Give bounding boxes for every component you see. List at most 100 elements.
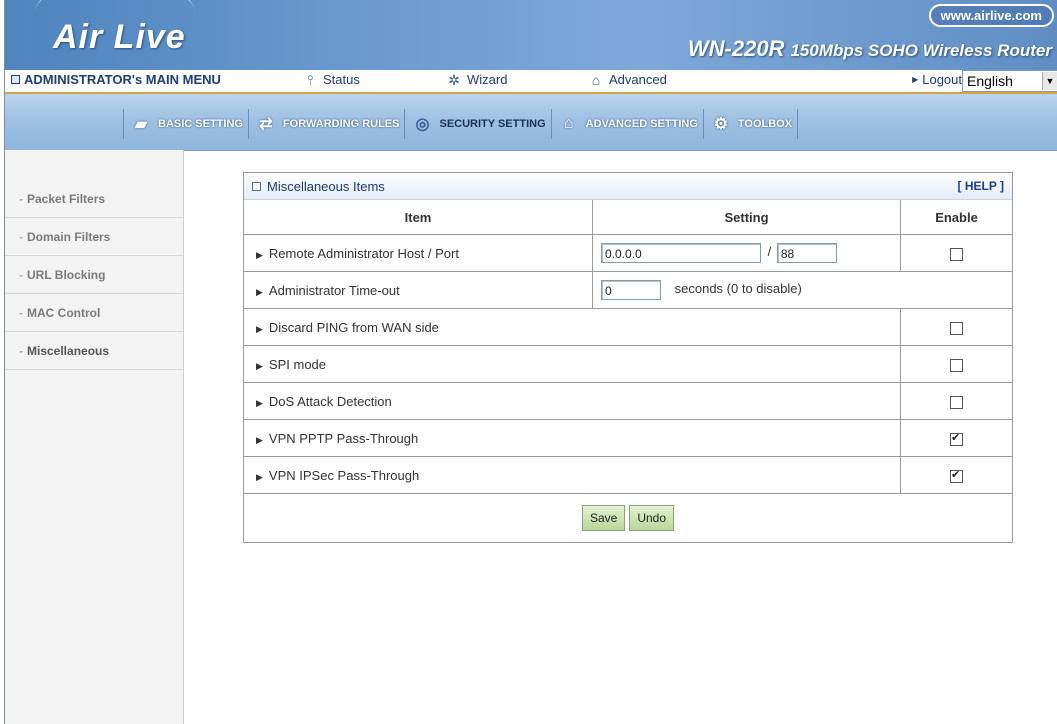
model-title: WN-220R 150Mbps SOHO Wireless Router bbox=[688, 36, 1052, 62]
main-menu-bar: ADMINISTRATOR's MAIN MENU ⫯ Status ✲ Wiz… bbox=[5, 70, 1057, 94]
house-icon: ⌂ bbox=[563, 115, 574, 132]
triangle-right-icon: ▶ bbox=[256, 434, 263, 445]
vpn-pptp-checkbox[interactable] bbox=[950, 431, 963, 446]
row-label: Discard PING from WAN side bbox=[268, 319, 439, 335]
dash-bullet-icon: - bbox=[19, 343, 23, 358]
tab-label: BASIC SETTING bbox=[158, 118, 243, 130]
vpn-ipsec-checkbox[interactable] bbox=[950, 468, 963, 483]
panel-title: Miscellaneous Items bbox=[267, 178, 385, 194]
table-row: ▶ VPN PPTP Pass-Through bbox=[244, 419, 1012, 457]
site-url[interactable]: www.airlive.com bbox=[928, 4, 1054, 27]
table-row: ▶ DoS Attack Detection bbox=[244, 382, 1012, 420]
row-label: VPN PPTP Pass-Through bbox=[268, 430, 419, 446]
panel-header: Miscellaneous Items [ HELP ] bbox=[244, 173, 1012, 200]
sidebar-item-label: Packet Filters bbox=[27, 191, 106, 206]
advanced-menu-link[interactable]: ⌂ Advanced bbox=[587, 72, 667, 87]
language-value: English bbox=[967, 73, 1013, 89]
tab-bar: ▰ BASIC SETTING ⇄ FORWARDING RULES ◎ SEC… bbox=[5, 94, 1057, 151]
miscellaneous-panel: Miscellaneous Items [ HELP ] Item Settin… bbox=[243, 172, 1013, 543]
column-header-enable: Enable bbox=[900, 200, 1012, 235]
remote-host-input[interactable]: 0.0.0.0 bbox=[601, 243, 761, 263]
status-menu-link[interactable]: ⫯ Status bbox=[301, 72, 360, 87]
admin-timeout-input[interactable]: 0 bbox=[601, 280, 661, 300]
advanced-label: Advanced bbox=[609, 72, 667, 87]
triangle-right-icon: ▶ bbox=[256, 249, 263, 260]
tab-label: ADVANCED SETTING bbox=[585, 118, 698, 130]
header-banner: Air Live www.airlive.com WN-220R 150Mbps … bbox=[5, 0, 1057, 70]
settings-table: Item Setting Enable ▶ Remote Administrato… bbox=[244, 200, 1012, 494]
sidebar-item-url-blocking[interactable]: - URL Blocking bbox=[5, 256, 183, 294]
triangle-right-icon: ▶ bbox=[256, 360, 263, 371]
arrows-icon: ⇄ bbox=[259, 116, 273, 133]
remote-port-input[interactable]: 88 bbox=[776, 243, 837, 263]
tab-security-setting[interactable]: ◎ SECURITY SETTING bbox=[405, 109, 552, 139]
tab-label: FORWARDING RULES bbox=[282, 118, 400, 130]
help-link[interactable]: [ HELP ] bbox=[958, 179, 1004, 193]
save-button[interactable]: Save bbox=[581, 505, 626, 531]
chevron-down-icon[interactable]: ▼ bbox=[1042, 72, 1057, 90]
model-name: WN-220R bbox=[687, 36, 785, 61]
router-admin-page: Air Live www.airlive.com WN-220R 150Mbps … bbox=[4, 0, 1057, 724]
dos-detection-checkbox[interactable] bbox=[950, 395, 963, 409]
square-bullet-icon bbox=[11, 75, 20, 84]
logout-link[interactable]: ▶ Logout bbox=[912, 72, 962, 87]
sidebar-item-label: MAC Control bbox=[27, 305, 101, 320]
sidebar-item-label: Domain Filters bbox=[27, 229, 111, 244]
tab-advanced-setting[interactable]: ⌂ ADVANCED SETTING bbox=[552, 109, 704, 139]
tab-basic-setting[interactable]: ▰ BASIC SETTING bbox=[123, 109, 249, 139]
table-row: ▶ Discard PING from WAN side bbox=[244, 308, 1012, 346]
table-row: ▶ SPI mode bbox=[244, 345, 1012, 383]
timeout-note: seconds (0 to disable) bbox=[674, 281, 802, 297]
discard-ping-checkbox[interactable] bbox=[950, 321, 963, 335]
table-row: ▶ Administrator Time-out 0 seconds (0 to … bbox=[244, 271, 1012, 309]
sidebar-item-label: URL Blocking bbox=[27, 267, 106, 282]
tab-toolbox[interactable]: ⚙ TOOLBOX bbox=[704, 109, 799, 139]
model-description: 150Mbps SOHO Wireless Router bbox=[790, 41, 1052, 60]
wizard-menu-link[interactable]: ✲ Wizard bbox=[445, 72, 507, 87]
column-header-item: Item bbox=[244, 200, 593, 235]
logout-label: Logout bbox=[922, 72, 962, 87]
triangle-right-icon: ▶ bbox=[256, 397, 263, 408]
dash-bullet-icon: - bbox=[19, 305, 23, 320]
advanced-icon: ⌂ bbox=[591, 71, 601, 88]
table-row: ▶ Remote Administrator Host / Port 0.0.0.… bbox=[244, 234, 1012, 272]
admin-main-menu-label: ADMINISTRATOR's MAIN MENU bbox=[24, 72, 221, 87]
row-label: Administrator Time-out bbox=[268, 282, 400, 298]
row-label: DoS Attack Detection bbox=[268, 393, 392, 409]
admin-main-menu-link[interactable]: ADMINISTRATOR's MAIN MENU bbox=[11, 72, 221, 87]
language-select[interactable]: English ▼ bbox=[962, 70, 1057, 92]
triangle-right-icon: ▶ bbox=[912, 75, 919, 84]
lock-icon: ◎ bbox=[415, 116, 430, 133]
table-row: ▶ VPN IPSec Pass-Through bbox=[244, 456, 1012, 494]
row-label: SPI mode bbox=[268, 356, 327, 372]
table-header-row: Item Setting Enable bbox=[244, 200, 1012, 235]
remote-admin-enable-checkbox[interactable] bbox=[950, 247, 963, 261]
sidebar: - Packet Filters - Domain Filters - URL … bbox=[5, 150, 184, 724]
sidebar-item-miscellaneous[interactable]: - Miscellaneous bbox=[5, 332, 183, 370]
status-label: Status bbox=[323, 72, 360, 87]
toolbox-icon: ⚙ bbox=[713, 116, 729, 133]
wizard-icon: ✲ bbox=[448, 71, 460, 88]
dash-bullet-icon: - bbox=[19, 191, 23, 206]
sidebar-item-packet-filters[interactable]: - Packet Filters bbox=[5, 180, 183, 218]
triangle-right-icon: ▶ bbox=[256, 286, 263, 297]
airlive-logo: Air Live bbox=[53, 18, 186, 56]
row-label: VPN IPSec Pass-Through bbox=[268, 467, 420, 483]
tab-label: TOOLBOX bbox=[737, 118, 793, 130]
dash-bullet-icon: - bbox=[19, 267, 23, 282]
sidebar-item-domain-filters[interactable]: - Domain Filters bbox=[5, 218, 183, 256]
spi-mode-checkbox[interactable] bbox=[950, 358, 963, 372]
sidebar-item-label: Miscellaneous bbox=[27, 343, 110, 358]
undo-button[interactable]: Undo bbox=[629, 505, 675, 531]
sidebar-item-mac-control[interactable]: - MAC Control bbox=[5, 294, 183, 332]
tab-forwarding-rules[interactable]: ⇄ FORWARDING RULES bbox=[249, 109, 406, 139]
host-port-separator: / bbox=[767, 244, 772, 260]
button-row: Save Undo bbox=[244, 494, 1012, 542]
status-icon: ⫯ bbox=[306, 71, 314, 88]
wizard-label: Wizard bbox=[467, 72, 508, 87]
square-bullet-icon bbox=[252, 181, 261, 191]
tab-label: SECURITY SETTING bbox=[439, 118, 546, 130]
triangle-right-icon: ▶ bbox=[256, 471, 263, 482]
row-label: Remote Administrator Host / Port bbox=[268, 245, 459, 261]
folder-icon: ▰ bbox=[134, 116, 148, 133]
